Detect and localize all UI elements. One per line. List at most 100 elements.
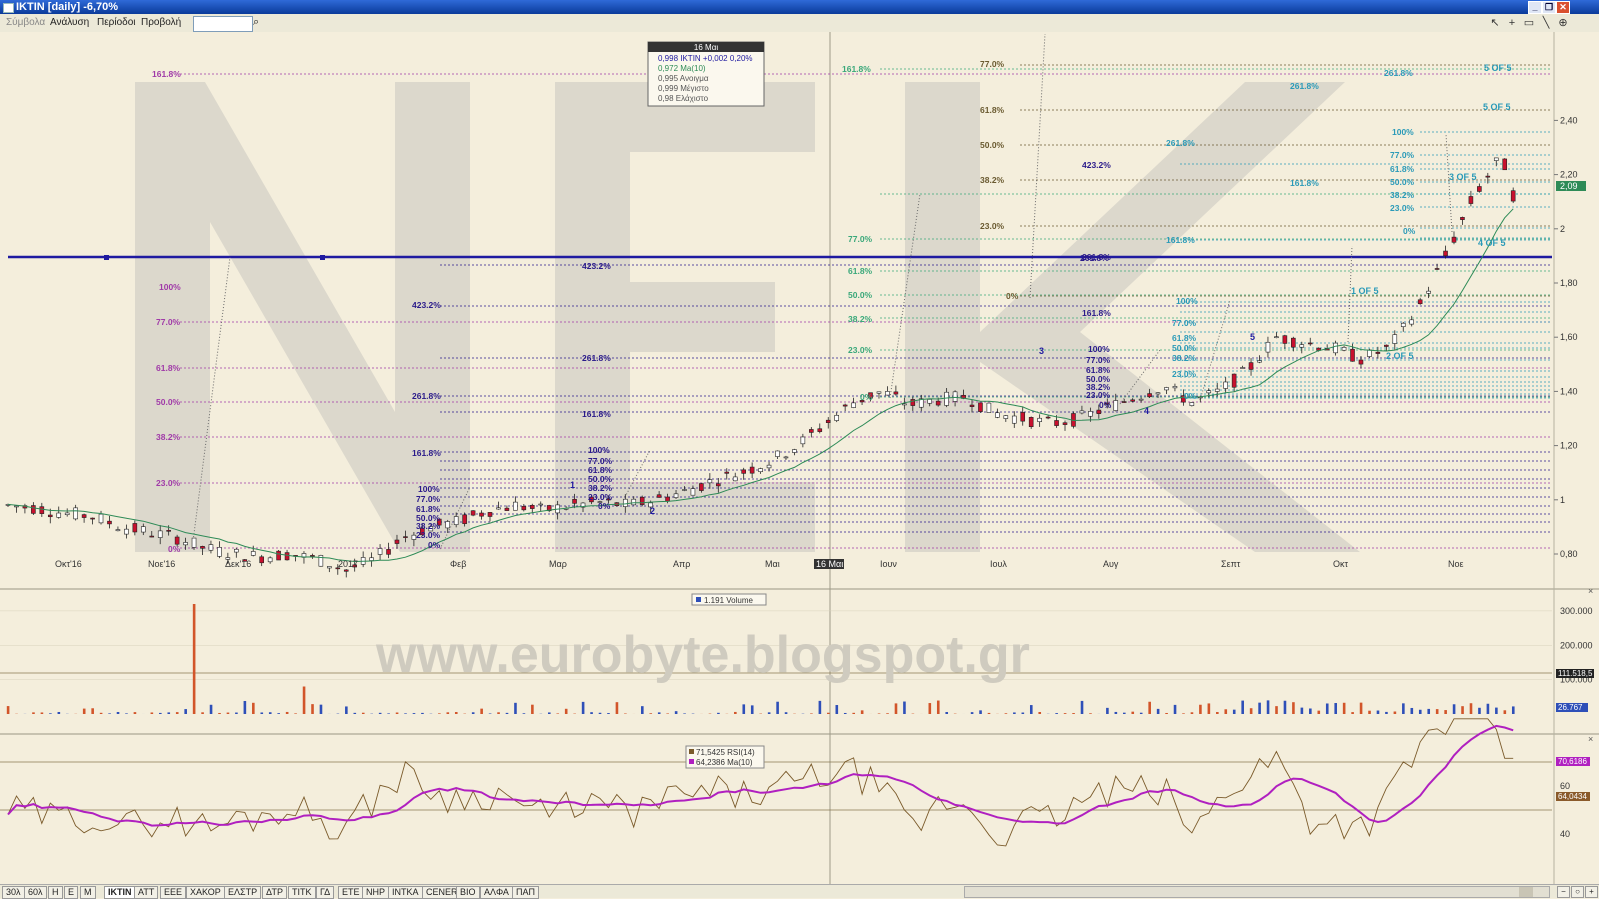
volume-bar bbox=[1292, 702, 1295, 714]
volume-bar bbox=[184, 709, 187, 714]
symbol-tab[interactable]: 60λ bbox=[24, 886, 47, 899]
rsi-legend: 71,5425 RSI(14) 64,2386 Ma(10) bbox=[686, 746, 764, 768]
candle-body bbox=[818, 429, 822, 432]
symbol-tab[interactable]: Η bbox=[48, 886, 63, 899]
line-handle-left[interactable] bbox=[104, 255, 109, 260]
search-input[interactable] bbox=[193, 16, 253, 32]
rectangle-tool-icon[interactable]: ▭ bbox=[1522, 16, 1536, 30]
candle-body bbox=[1012, 416, 1016, 423]
candle-body bbox=[1367, 350, 1371, 357]
volume-bar bbox=[649, 713, 652, 714]
symbol-tab[interactable]: Ε bbox=[64, 886, 78, 899]
symbol-tab[interactable]: ΕΛΣΤΡ bbox=[224, 886, 261, 899]
volume-bar bbox=[556, 713, 559, 714]
close-volume-panel-icon[interactable]: × bbox=[1588, 586, 1593, 596]
pointer-tool-icon[interactable]: ↖ bbox=[1488, 16, 1502, 30]
candle-body bbox=[1427, 291, 1431, 293]
minimize-icon[interactable]: _ bbox=[1528, 1, 1542, 14]
chart-area[interactable]: 161.8%100%77.0%61.8%50.0%38.2%23.0%0%423… bbox=[0, 32, 1599, 884]
volume-bar bbox=[176, 712, 179, 714]
candle-body bbox=[277, 551, 281, 560]
volume-bar bbox=[658, 712, 661, 714]
fib-label: 38.2% bbox=[156, 432, 181, 442]
symbol-tab[interactable]: ΑΛΦΑ bbox=[480, 886, 513, 899]
symbol-tab[interactable]: 30λ bbox=[2, 886, 25, 899]
app-icon bbox=[3, 3, 14, 13]
line-handle-right[interactable] bbox=[320, 255, 325, 260]
symbol-tab[interactable]: ΔΤΡ bbox=[262, 886, 287, 899]
x-tick-label: Αυγ bbox=[1103, 559, 1119, 569]
volume-bar bbox=[1148, 702, 1151, 714]
volume-bar bbox=[379, 713, 382, 714]
close-rsi-panel-icon[interactable]: × bbox=[1588, 734, 1593, 744]
symbol-tab[interactable]: ΤΙΤΚ bbox=[288, 886, 316, 899]
wave-label: 1 bbox=[570, 480, 575, 490]
fib-label: 50.0% bbox=[848, 290, 873, 300]
horizontal-scrollbar[interactable] bbox=[964, 886, 1550, 898]
fib-label: 61.8% bbox=[980, 105, 1005, 115]
menu-analysis[interactable]: Ανάλυση bbox=[50, 17, 89, 28]
zoom-out-icon[interactable]: − bbox=[1557, 886, 1570, 898]
volume-bar bbox=[548, 712, 551, 714]
fib-label: 100% bbox=[1088, 344, 1110, 354]
symbol-tab[interactable]: ΧΑΚΟΡ bbox=[186, 886, 225, 899]
symbol-tab[interactable]: ΙΝΤΚΑ bbox=[388, 886, 423, 899]
candle-body bbox=[1486, 176, 1490, 177]
volume-bar bbox=[438, 713, 441, 714]
close-icon[interactable]: ✕ bbox=[1556, 1, 1570, 14]
menu-symbols[interactable]: Σύμβολα bbox=[6, 17, 45, 28]
zoom-in-icon[interactable]: + bbox=[1585, 886, 1598, 898]
volume-bar bbox=[32, 712, 35, 714]
volume-bar bbox=[1064, 713, 1067, 714]
candle-body bbox=[1131, 400, 1135, 401]
candle-body bbox=[1232, 374, 1236, 387]
fib-label: 423.2% bbox=[582, 261, 611, 271]
candle-body bbox=[852, 403, 856, 408]
svg-text:1.191 Volume: 1.191 Volume bbox=[704, 596, 753, 605]
volume-bar bbox=[878, 713, 881, 714]
candle-body bbox=[209, 545, 213, 551]
search-icon[interactable]: ⌕ bbox=[253, 16, 267, 29]
rsi-tag: 70,6186 bbox=[1558, 757, 1587, 766]
fib-label: 0% bbox=[1184, 391, 1197, 401]
volume-bar bbox=[1267, 700, 1270, 714]
candle-body bbox=[970, 405, 974, 407]
symbol-tab[interactable]: ATT bbox=[134, 886, 158, 899]
symbol-tab[interactable]: IKTIN bbox=[104, 886, 136, 899]
restore-icon[interactable]: ❐ bbox=[1542, 1, 1556, 14]
volume-bar bbox=[91, 708, 94, 714]
zoom-tool-icon[interactable]: ⊕ bbox=[1556, 16, 1570, 30]
symbol-tab[interactable]: ΓΔ bbox=[316, 886, 334, 899]
symbol-tab[interactable]: EEE bbox=[160, 886, 186, 899]
volume-bar bbox=[1411, 708, 1414, 714]
volume-bar bbox=[1444, 710, 1447, 714]
symbol-tab[interactable]: ΠΑΠ bbox=[512, 886, 539, 899]
menu-view[interactable]: Προβολή bbox=[141, 17, 181, 28]
candle-body bbox=[268, 558, 272, 562]
candle-body bbox=[1249, 363, 1253, 370]
volume-bar bbox=[1512, 706, 1515, 714]
volume-bar bbox=[590, 712, 593, 714]
symbol-tab[interactable]: ΕΤΕ bbox=[338, 886, 364, 899]
volume-bar bbox=[1385, 712, 1388, 714]
symbol-tab[interactable]: ΝΗΡ bbox=[362, 886, 389, 899]
candle-body bbox=[995, 413, 999, 418]
menu-periods[interactable]: Περίοδοι bbox=[97, 17, 136, 28]
volume-bar bbox=[1106, 708, 1109, 714]
scroll-thumb[interactable] bbox=[1519, 887, 1533, 897]
symbol-tab[interactable]: ΒΙΟ bbox=[456, 886, 480, 899]
volume-bar bbox=[1005, 713, 1008, 714]
zoom-fit-icon[interactable]: ○ bbox=[1571, 886, 1584, 898]
volume-bar bbox=[1478, 708, 1481, 714]
fib-label: 423.2% bbox=[412, 300, 441, 310]
fib-label: 61.8% bbox=[156, 363, 181, 373]
volume-bar bbox=[193, 604, 196, 714]
line-tool-icon[interactable]: ╲ bbox=[1539, 16, 1553, 30]
volume-bar bbox=[1334, 703, 1337, 714]
volume-bar bbox=[167, 712, 170, 714]
candle-body bbox=[902, 404, 906, 405]
crosshair-tool-icon[interactable]: + bbox=[1505, 16, 1519, 30]
symbol-tab[interactable]: Μ bbox=[80, 886, 96, 899]
candle-body bbox=[1401, 323, 1405, 326]
price-tick-label: 2,20 bbox=[1560, 170, 1578, 180]
